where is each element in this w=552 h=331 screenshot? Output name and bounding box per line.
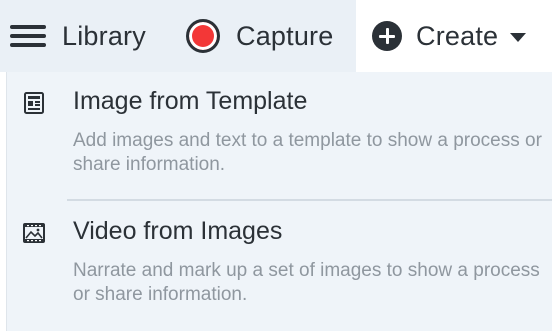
menu-item-title: Image from Template xyxy=(73,87,308,115)
app-window: Library Capture Create Image from Templa… xyxy=(0,0,552,331)
capture-label: Capture xyxy=(236,20,334,51)
video-images-icon xyxy=(23,223,45,243)
create-button[interactable]: Create xyxy=(372,0,527,72)
toolbar: Library Capture Create xyxy=(0,0,552,72)
menu-divider xyxy=(67,199,552,201)
library-button[interactable]: Library xyxy=(10,0,146,72)
create-dropdown-menu: Image from Template Add images and text … xyxy=(6,72,552,331)
plus-circle-icon xyxy=(372,21,402,51)
template-icon xyxy=(24,92,44,114)
menu-item-video-from-images[interactable]: Video from Images Narrate and mark up a … xyxy=(7,202,552,330)
record-icon xyxy=(186,19,220,53)
caret-down-icon xyxy=(510,32,527,42)
capture-button[interactable]: Capture xyxy=(186,0,333,72)
menu-item-image-from-template[interactable]: Image from Template Add images and text … xyxy=(7,72,552,201)
menu-item-title: Video from Images xyxy=(73,217,283,245)
menu-item-description: Add images and text to a template to sho… xyxy=(73,130,542,175)
library-label: Library xyxy=(62,20,146,51)
create-label: Create xyxy=(416,20,499,51)
menu-item-description: Narrate and mark up a set of images to s… xyxy=(73,260,540,305)
hamburger-icon xyxy=(10,24,46,48)
